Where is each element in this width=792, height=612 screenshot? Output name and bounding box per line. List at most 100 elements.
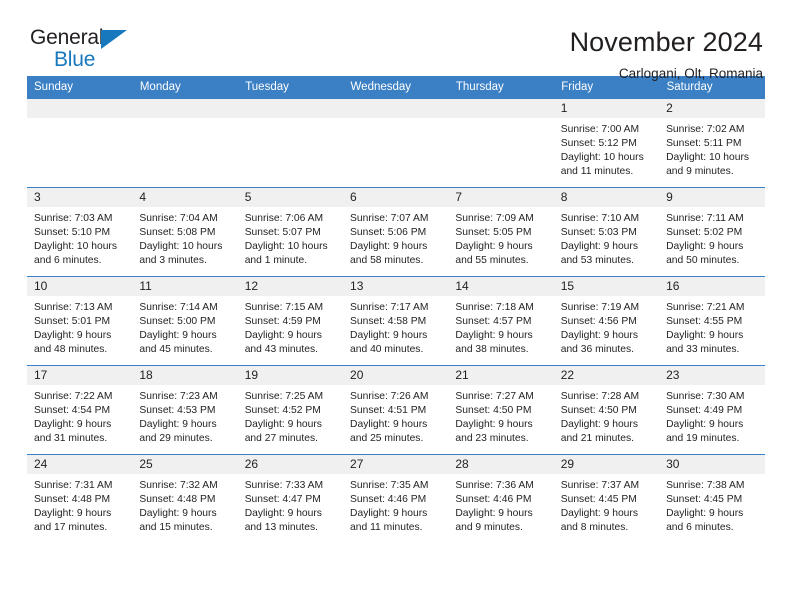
day-number: 29 (553, 455, 660, 474)
page-header: General Blue November 2024 Carlogani, Ol… (27, 0, 765, 82)
calendar-day-cell[interactable]: 25 Sunrise: 7:32 AM Sunset: 4:48 PM Dayligh… (132, 454, 238, 544)
sunset-text: Sunset: 4:45 PM (666, 494, 743, 506)
calendar-day-cell[interactable]: 21 Sunrise: 7:27 AM Sunset: 4:50 PM Dayligh… (448, 365, 554, 455)
sunrise-text: Sunrise: 7:31 AM (34, 480, 113, 491)
sunrise-text: Sunrise: 7:09 AM (455, 213, 534, 224)
day-number: 2 (659, 99, 765, 118)
sunrise-text: Sunrise: 7:18 AM (455, 302, 534, 313)
daylight-text: Daylight: 10 hours and 6 minutes. (34, 241, 117, 267)
calendar-day-cell[interactable]: 5 Sunrise: 7:06 AM Sunset: 5:07 PM Daylight… (237, 187, 344, 277)
calendar-day-cell[interactable]: 15 Sunrise: 7:19 AM Sunset: 4:56 PM Dayligh… (553, 276, 660, 366)
day-number: 23 (659, 366, 765, 385)
day-number: 11 (132, 277, 238, 296)
calendar-day-cell[interactable]: 7 Sunrise: 7:09 AM Sunset: 5:05 PM Daylight… (448, 187, 554, 277)
day-number: 4 (132, 188, 238, 207)
calendar-day-cell[interactable]: 27 Sunrise: 7:35 AM Sunset: 4:46 PM Dayligh… (343, 454, 449, 544)
sunrise-text: Sunrise: 7:33 AM (244, 480, 324, 491)
calendar-week-row: 17 Sunrise: 7:22 AM Sunset: 4:54 PM Dayligh… (27, 365, 765, 455)
calendar-day-cell[interactable]: 16 Sunrise: 7:21 AM Sunset: 4:55 PM Dayligh… (659, 276, 765, 366)
sunrise-text: Sunrise: 7:04 AM (139, 213, 218, 224)
sunrise-text: Sunrise: 7:19 AM (560, 302, 640, 313)
calendar-week-row: 10 Sunrise: 7:13 AM Sunset: 5:01 PM Dayligh… (27, 276, 765, 366)
calendar-day-cell[interactable]: 6 Sunrise: 7:07 AM Sunset: 5:06 PM Daylight… (343, 187, 449, 277)
day-number: 26 (237, 455, 344, 474)
calendar-day-cell[interactable]: 26 Sunrise: 7:33 AM Sunset: 4:47 PM Dayligh… (237, 454, 344, 544)
daylight-text: Daylight: 9 hours and 13 minutes. (244, 508, 322, 534)
day-number: 25 (132, 455, 238, 474)
calendar-day-cell[interactable]: 12 Sunrise: 7:15 AM Sunset: 4:59 PM Dayligh… (237, 276, 344, 366)
day-details: Sunrise: 7:03 AM Sunset: 5:10 PM Daylight:… (27, 207, 132, 268)
sunset-text: Sunset: 5:05 PM (455, 227, 532, 239)
calendar-day-cell[interactable]: 19 Sunrise: 7:25 AM Sunset: 4:52 PM Dayligh… (237, 365, 344, 455)
daylight-text: Daylight: 9 hours and 50 minutes. (666, 241, 744, 267)
calendar-day-cell[interactable]: 30 Sunrise: 7:38 AM Sunset: 4:45 PM Dayligh… (659, 454, 765, 544)
brand-triangle-icon (101, 30, 127, 49)
day-number: 8 (553, 188, 660, 207)
calendar-day-cell[interactable]: 20 Sunrise: 7:26 AM Sunset: 4:51 PM Dayligh… (343, 365, 449, 455)
sunset-text: Sunset: 5:03 PM (560, 227, 637, 239)
day-details: Sunrise: 7:07 AM Sunset: 5:06 PM Daylight:… (343, 207, 448, 268)
day-number: 9 (659, 188, 765, 207)
day-details: Sunrise: 7:11 AM Sunset: 5:02 PM Daylight:… (659, 207, 764, 268)
page-title: November 2024 (569, 27, 763, 57)
day-number: 17 (27, 366, 133, 385)
calendar-day-cell[interactable]: 10 Sunrise: 7:13 AM Sunset: 5:01 PM Dayligh… (27, 276, 133, 366)
calendar-day-cell[interactable]: 24 Sunrise: 7:31 AM Sunset: 4:48 PM Dayligh… (27, 454, 133, 544)
daylight-text: Daylight: 10 hours and 9 minutes. (666, 152, 750, 178)
calendar-day-cell[interactable]: 23 Sunrise: 7:30 AM Sunset: 4:49 PM Dayligh… (659, 365, 765, 455)
calendar-day-cell[interactable]: 29 Sunrise: 7:37 AM Sunset: 4:45 PM Dayligh… (553, 454, 660, 544)
sunrise-text: Sunrise: 7:30 AM (666, 391, 745, 402)
daylight-text: Daylight: 10 hours and 3 minutes. (139, 241, 223, 267)
sunrise-text: Sunrise: 7:32 AM (139, 480, 218, 491)
sunset-text: Sunset: 5:10 PM (34, 227, 111, 239)
day-details: Sunrise: 7:25 AM Sunset: 4:52 PM Daylight:… (238, 385, 343, 446)
day-number: 13 (343, 277, 449, 296)
day-details: Sunrise: 7:36 AM Sunset: 4:46 PM Daylight:… (448, 474, 553, 535)
calendar-day-cell[interactable]: 17 Sunrise: 7:22 AM Sunset: 4:54 PM Dayligh… (27, 365, 133, 455)
calendar-day-cell[interactable]: 9 Sunrise: 7:11 AM Sunset: 5:02 PM Daylight… (659, 187, 765, 277)
calendar-day-cell[interactable]: 22 Sunrise: 7:28 AM Sunset: 4:50 PM Dayligh… (553, 365, 660, 455)
calendar-day-cell[interactable]: 8 Sunrise: 7:10 AM Sunset: 5:03 PM Daylight… (553, 187, 660, 277)
sunrise-text: Sunrise: 7:38 AM (666, 480, 745, 491)
daylight-text: Daylight: 9 hours and 9 minutes. (455, 508, 533, 534)
day-number: 19 (237, 366, 344, 385)
sunrise-text: Sunrise: 7:10 AM (560, 213, 640, 224)
calendar-day-cell[interactable]: 14 Sunrise: 7:18 AM Sunset: 4:57 PM Dayligh… (448, 276, 554, 366)
day-number: 27 (343, 455, 449, 474)
day-number (237, 99, 344, 118)
calendar-week-row: 3 Sunrise: 7:03 AM Sunset: 5:10 PM Daylight… (27, 187, 765, 277)
daylight-text: Daylight: 9 hours and 43 minutes. (244, 330, 322, 356)
daylight-text: Daylight: 9 hours and 36 minutes. (560, 330, 638, 356)
calendar-day-cell[interactable]: 11 Sunrise: 7:14 AM Sunset: 5:00 PM Dayligh… (132, 276, 238, 366)
day-details: Sunrise: 7:38 AM Sunset: 4:45 PM Daylight:… (659, 474, 764, 535)
sunset-text: Sunset: 4:58 PM (350, 316, 427, 328)
sunset-text: Sunset: 5:02 PM (666, 227, 743, 239)
calendar-day-cell[interactable]: 2 Sunrise: 7:02 AM Sunset: 5:11 PM Daylight… (659, 98, 765, 188)
calendar-day-cell[interactable]: 18 Sunrise: 7:23 AM Sunset: 4:53 PM Dayligh… (132, 365, 238, 455)
calendar-body: 1 Sunrise: 7:00 AM Sunset: 5:12 PM Daylight… (27, 98, 765, 544)
sunset-text: Sunset: 4:52 PM (244, 405, 321, 417)
calendar-day-cell[interactable]: 3 Sunrise: 7:03 AM Sunset: 5:10 PM Daylight… (27, 187, 133, 277)
day-details: Sunrise: 7:09 AM Sunset: 5:05 PM Daylight:… (448, 207, 553, 268)
day-details: Sunrise: 7:15 AM Sunset: 4:59 PM Daylight:… (238, 296, 343, 357)
sunrise-text: Sunrise: 7:02 AM (666, 124, 745, 135)
day-number: 20 (343, 366, 449, 385)
daylight-text: Daylight: 9 hours and 45 minutes. (139, 330, 217, 356)
day-details: Sunrise: 7:32 AM Sunset: 4:48 PM Daylight:… (132, 474, 237, 535)
brand-logo[interactable]: General Blue (27, 27, 150, 83)
sunrise-text: Sunrise: 7:07 AM (350, 213, 429, 224)
calendar-day-cell[interactable]: 4 Sunrise: 7:04 AM Sunset: 5:08 PM Daylight… (132, 187, 238, 277)
sunrise-text: Sunrise: 7:28 AM (560, 391, 640, 402)
sunset-text: Sunset: 4:46 PM (350, 494, 427, 506)
daylight-text: Daylight: 9 hours and 15 minutes. (139, 508, 217, 534)
calendar-day-cell[interactable]: 1 Sunrise: 7:00 AM Sunset: 5:12 PM Daylight… (553, 98, 660, 188)
calendar-day-cell[interactable]: 28 Sunrise: 7:36 AM Sunset: 4:46 PM Dayligh… (448, 454, 554, 544)
sunrise-text: Sunrise: 7:15 AM (244, 302, 324, 313)
day-number: 3 (27, 188, 133, 207)
day-number: 18 (132, 366, 238, 385)
day-number: 10 (27, 277, 133, 296)
sunset-text: Sunset: 5:11 PM (666, 138, 742, 150)
title-group: November 2024 Carlogani, Olt, Romania (570, 27, 765, 83)
calendar-day-cell[interactable]: 13 Sunrise: 7:17 AM Sunset: 4:58 PM Dayligh… (343, 276, 449, 366)
sunset-text: Sunset: 5:00 PM (139, 316, 216, 328)
